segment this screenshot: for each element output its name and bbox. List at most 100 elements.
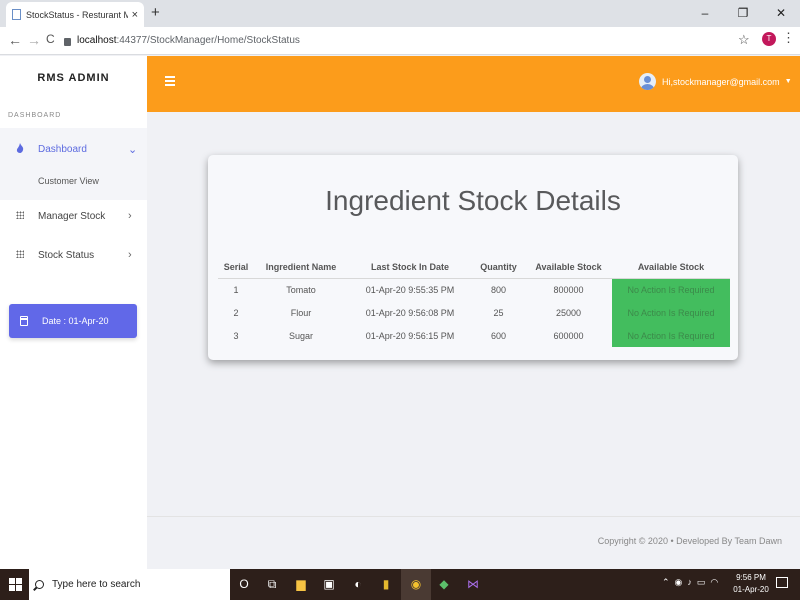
user-menu[interactable]: Hi,stockmanager@gmail.com ▼ bbox=[639, 73, 792, 90]
ingredient-cell: Sugar bbox=[288, 330, 314, 341]
page-favicon-icon bbox=[12, 9, 21, 20]
cortana-icon[interactable]: O bbox=[235, 575, 253, 593]
date-cell: 01-Apr-20 9:56:08 PM bbox=[365, 307, 455, 318]
footer-text: Copyright © 2020 • Developed By Team Daw… bbox=[597, 536, 782, 546]
sidebar: RMS ADMIN DASHBOARD Dashboard ⌄ Customer… bbox=[0, 56, 147, 569]
sidebar-item-label: Stock Status bbox=[38, 249, 95, 261]
browser-tab[interactable]: StockStatus - Resturant Manager × bbox=[6, 2, 144, 27]
user-avatar-icon bbox=[639, 73, 656, 90]
sidebar-item-dashboard[interactable]: Dashboard ⌄ bbox=[0, 139, 147, 159]
status-cell: No Action Is Required bbox=[612, 324, 730, 347]
browser-tab-strip: StockStatus - Resturant Manager × + – ❐ … bbox=[0, 0, 800, 27]
column-header: Available Stock bbox=[525, 256, 612, 279]
restore-button[interactable]: ❐ bbox=[724, 0, 762, 27]
section-label: DASHBOARD bbox=[8, 112, 62, 119]
table-header-row: Serial Ingredient Name Last Stock In Dat… bbox=[218, 256, 730, 279]
available-cell: 600000 bbox=[553, 330, 584, 341]
taskbar-search-input[interactable]: Type here to search bbox=[29, 569, 230, 600]
lock-icon bbox=[64, 38, 71, 46]
clock-date: 01-Apr-20 bbox=[733, 585, 769, 594]
url-host: localhost bbox=[77, 35, 117, 46]
date-card: Date : 01-Apr-20 bbox=[9, 304, 137, 338]
date-label: Date : 01-Apr-20 bbox=[42, 316, 109, 326]
bookmark-star-icon[interactable]: ☆ bbox=[738, 32, 750, 48]
date-cell: 01-Apr-20 9:56:15 PM bbox=[365, 330, 455, 341]
sidebar-item-label: Dashboard bbox=[38, 143, 87, 155]
git-icon[interactable]: ◆ bbox=[435, 575, 453, 593]
grid-icon bbox=[16, 210, 24, 222]
task-view-icon[interactable]: ⧉ bbox=[263, 575, 281, 593]
forward-button[interactable]: → bbox=[27, 32, 41, 48]
tab-title: StockStatus - Resturant Manager bbox=[26, 9, 128, 20]
column-header: Last Stock In Date bbox=[348, 256, 472, 279]
browser-menu-icon[interactable]: ⋮ bbox=[782, 30, 795, 46]
column-header: Ingredient Name bbox=[254, 256, 348, 279]
flame-icon bbox=[16, 142, 24, 156]
column-header: Serial bbox=[218, 256, 254, 279]
sidebar-item-manager-stock[interactable]: Manager Stock › bbox=[0, 206, 147, 226]
table-row: 1 Tomato 01-Apr-20 9:55:35 PM 800 800000… bbox=[218, 278, 730, 301]
quantity-cell: 25 bbox=[493, 307, 504, 318]
available-cell: 800000 bbox=[553, 284, 584, 295]
chrome-icon[interactable]: ◉ bbox=[407, 575, 425, 593]
page-title: Ingredient Stock Details bbox=[325, 185, 621, 216]
page-footer: Copyright © 2020 • Developed By Team Daw… bbox=[147, 516, 800, 569]
volume-icon[interactable]: ♪ bbox=[687, 577, 692, 588]
reload-button[interactable]: C bbox=[46, 32, 55, 46]
store-icon[interactable]: ▣ bbox=[320, 575, 338, 593]
available-cell: 25000 bbox=[555, 307, 582, 318]
stock-card: Ingredient Stock Details Serial Ingredie… bbox=[208, 155, 738, 360]
back-button[interactable]: ← bbox=[8, 32, 22, 48]
close-window-button[interactable]: ✕ bbox=[762, 0, 800, 27]
system-clock[interactable]: 9:56 PM 01-Apr-20 bbox=[728, 572, 774, 596]
minimize-button[interactable]: – bbox=[686, 0, 724, 27]
sidebar-item-label: Manager Stock bbox=[38, 210, 106, 222]
ingredient-cell: Flour bbox=[290, 307, 312, 318]
search-icon bbox=[35, 580, 44, 589]
tab-close-button[interactable]: × bbox=[132, 9, 138, 21]
sidebar-subitem-customer-view[interactable]: Customer View bbox=[38, 176, 99, 186]
top-header: Hi,stockmanager@gmail.com ▼ bbox=[147, 56, 800, 112]
serial-cell: 3 bbox=[233, 330, 239, 341]
url-input[interactable]: localhost:44377/StockManager/Home/StockS… bbox=[64, 32, 764, 50]
windows-start-icon[interactable] bbox=[9, 578, 22, 591]
app-icon[interactable]: ▮ bbox=[377, 575, 395, 593]
calendar-icon bbox=[20, 316, 28, 326]
caret-down-icon: ▼ bbox=[784, 78, 792, 85]
quantity-cell: 600 bbox=[490, 330, 507, 341]
file-explorer-icon[interactable]: ▆ bbox=[292, 575, 310, 593]
window-controls: – ❐ ✕ bbox=[686, 0, 800, 27]
url-path: :44377/StockManager/Home/StockStatus bbox=[116, 35, 300, 46]
search-placeholder: Type here to search bbox=[52, 579, 141, 590]
date-cell: 01-Apr-20 9:55:35 PM bbox=[365, 284, 455, 295]
chevron-right-icon: › bbox=[128, 249, 132, 261]
chevron-right-icon: › bbox=[128, 210, 132, 222]
brand-title: RMS ADMIN bbox=[37, 72, 110, 84]
paint-icon[interactable]: ◐ bbox=[349, 575, 367, 593]
clock-time: 9:56 PM bbox=[736, 573, 766, 582]
system-tray: ⌃ ◉ ♪ ▭ ◠ bbox=[662, 577, 718, 588]
serial-cell: 1 bbox=[233, 284, 239, 295]
stock-table: Serial Ingredient Name Last Stock In Dat… bbox=[218, 256, 730, 347]
profile-avatar[interactable]: T bbox=[762, 32, 776, 46]
grid-icon bbox=[16, 249, 24, 261]
battery-icon[interactable]: ▭ bbox=[697, 577, 706, 588]
column-header: Quantity bbox=[472, 256, 525, 279]
new-tab-button[interactable]: + bbox=[151, 4, 160, 21]
visual-studio-icon[interactable]: ⋈ bbox=[464, 575, 482, 593]
table-row: 2 Flour 01-Apr-20 9:56:08 PM 25 25000 No… bbox=[218, 301, 730, 324]
sidebar-item-stock-status[interactable]: Stock Status › bbox=[0, 245, 147, 265]
ingredient-cell: Tomato bbox=[286, 284, 316, 295]
chevron-up-icon[interactable]: ⌃ bbox=[662, 577, 670, 588]
serial-cell: 2 bbox=[233, 307, 239, 318]
status-cell: No Action Is Required bbox=[612, 301, 730, 324]
column-header: Available Stock bbox=[612, 256, 730, 279]
network-icon[interactable]: ◉ bbox=[675, 577, 683, 588]
wifi-icon[interactable]: ◠ bbox=[710, 577, 718, 588]
taskbar: Type here to search O ⧉ ▆ ▣ ◐ ▮ ◉ ◆ ⋈ ⌃ … bbox=[0, 569, 800, 600]
address-bar: ← → C localhost:44377/StockManager/Home/… bbox=[0, 27, 800, 55]
notification-icon[interactable] bbox=[776, 577, 788, 588]
hamburger-menu-icon[interactable] bbox=[165, 76, 175, 86]
status-cell: No Action Is Required bbox=[612, 278, 730, 301]
chevron-down-icon: ⌄ bbox=[128, 143, 138, 156]
